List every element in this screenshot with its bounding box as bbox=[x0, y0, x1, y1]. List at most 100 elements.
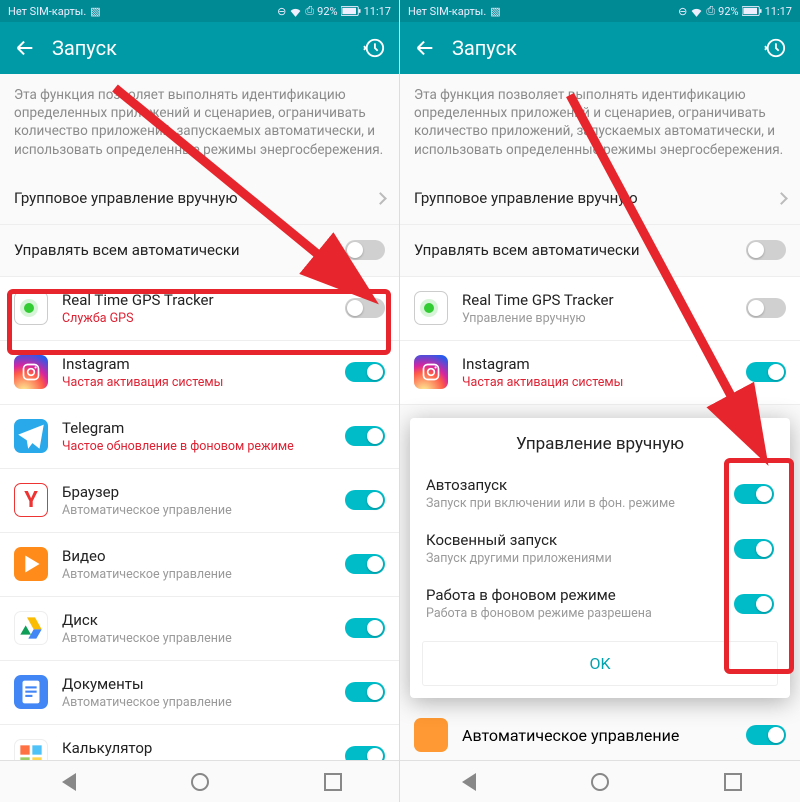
battery-icon bbox=[742, 6, 762, 16]
phone-right: Нет SIM-карты. ▧ ⊖ ⎙ 92% 11:17 Запуск Эт… bbox=[400, 0, 800, 802]
app-icon-video bbox=[14, 547, 48, 581]
app-row-disk[interactable]: Диск Автоматическое управление bbox=[0, 597, 399, 661]
chevron-right-icon bbox=[775, 192, 788, 205]
dialog-row-autostart[interactable]: Автозапуск Запуск при включении или в фо… bbox=[410, 466, 790, 521]
battery-pct: 92% bbox=[718, 5, 738, 18]
dialog-row-secondary[interactable]: Косвенный запуск Запуск другими приложен… bbox=[410, 521, 790, 576]
nav-recent-icon[interactable] bbox=[724, 773, 742, 791]
dialog-toggle-background[interactable] bbox=[734, 594, 774, 614]
app-toggle-generic[interactable] bbox=[746, 725, 786, 745]
dialog-item-sub: Запуск другими приложениями bbox=[426, 551, 734, 566]
app-name: Калькулятор bbox=[62, 739, 345, 757]
manage-all-row[interactable]: Управлять всем автоматически bbox=[400, 225, 800, 277]
manage-all-toggle[interactable] bbox=[746, 240, 786, 260]
app-icon-yandex: Y bbox=[14, 483, 48, 517]
clock: 11:17 bbox=[364, 5, 391, 18]
manage-all-toggle[interactable] bbox=[345, 240, 385, 260]
history-icon[interactable] bbox=[764, 37, 786, 59]
back-icon[interactable] bbox=[14, 37, 36, 59]
app-name: Real Time GPS Tracker bbox=[462, 291, 746, 309]
app-toggle-video[interactable] bbox=[345, 554, 385, 574]
dialog-item-title: Косвенный запуск bbox=[426, 531, 734, 549]
data-icon: ⎙ bbox=[305, 4, 314, 18]
status-bar: Нет SIM-карты. ▧ ⊖ ⎙ 92% 11:17 bbox=[0, 0, 399, 22]
wifi-icon bbox=[690, 6, 703, 17]
dnd-icon: ⊖ bbox=[277, 5, 286, 18]
app-name: Telegram bbox=[62, 419, 345, 437]
app-row-telegram[interactable]: Telegram Частое обновление в фоновом реж… bbox=[0, 405, 399, 469]
app-name: Instagram bbox=[62, 355, 345, 373]
app-row-browser[interactable]: Y Браузер Автоматическое управление bbox=[0, 469, 399, 533]
dialog-toggle-secondary[interactable] bbox=[734, 539, 774, 559]
nav-home-icon[interactable] bbox=[191, 773, 209, 791]
app-row-video[interactable]: Видео Автоматическое управление bbox=[0, 533, 399, 597]
nav-home-icon[interactable] bbox=[591, 773, 609, 791]
dialog-ok-button[interactable]: OK bbox=[422, 641, 778, 686]
app-icon-instagram bbox=[14, 355, 48, 389]
app-name: Real Time GPS Tracker bbox=[62, 291, 345, 309]
app-toggle-disk[interactable] bbox=[345, 618, 385, 638]
nav-back-icon[interactable] bbox=[458, 773, 476, 791]
app-toggle-telegram[interactable] bbox=[345, 426, 385, 446]
app-sub: Служба GPS bbox=[62, 311, 345, 326]
dialog-item-title: Работа в фоновом режиме bbox=[426, 586, 734, 604]
app-row-calc[interactable]: Калькулятор Автоматическое управление bbox=[0, 725, 399, 760]
description-text: Эта функция позволяет выполнять идентифи… bbox=[0, 74, 399, 173]
app-sub: Частая активация системы bbox=[462, 375, 746, 390]
history-icon[interactable] bbox=[363, 37, 385, 59]
wifi-icon bbox=[289, 6, 302, 17]
app-row-instagram[interactable]: Instagram Частая активация системы bbox=[0, 341, 399, 405]
chevron-right-icon bbox=[374, 192, 387, 205]
page-title: Запуск bbox=[52, 36, 347, 60]
app-toggle-docs[interactable] bbox=[345, 682, 385, 702]
app-toggle-gps[interactable] bbox=[345, 298, 385, 318]
phone-left: Нет SIM-карты. ▧ ⊖ ⎙ 92% 11:17 Запуск Эт… bbox=[0, 0, 400, 802]
app-toggle-calc[interactable] bbox=[345, 746, 385, 760]
battery-icon bbox=[341, 6, 361, 16]
app-row-gps[interactable]: Real Time GPS Tracker Управление вручную bbox=[400, 277, 800, 341]
app-sub: Автоматическое управление bbox=[462, 726, 679, 745]
app-row-gps[interactable]: Real Time GPS Tracker Служба GPS bbox=[0, 277, 399, 341]
dialog-toggle-autostart[interactable] bbox=[734, 484, 774, 504]
app-icon-telegram bbox=[14, 419, 48, 453]
app-sub: Частая активация системы bbox=[62, 375, 345, 390]
back-icon[interactable] bbox=[414, 37, 436, 59]
group-manage-row[interactable]: Групповое управление вручную bbox=[400, 173, 800, 225]
app-name: Документы bbox=[62, 675, 345, 693]
app-name: Instagram bbox=[462, 355, 746, 373]
app-icon-docs bbox=[14, 675, 48, 709]
app-toggle-browser[interactable] bbox=[345, 490, 385, 510]
page-title: Запуск bbox=[452, 36, 748, 60]
nav-bar bbox=[0, 760, 399, 802]
app-bar: Запуск bbox=[400, 22, 800, 74]
app-row-docs[interactable]: Документы Автоматическое управление bbox=[0, 661, 399, 725]
nav-back-icon[interactable] bbox=[58, 773, 76, 791]
app-sub: Автоматическое управление bbox=[62, 695, 345, 710]
nav-bar bbox=[400, 760, 800, 802]
description-text: Эта функция позволяет выполнять идентифи… bbox=[400, 74, 800, 173]
app-toggle-instagram[interactable] bbox=[345, 362, 385, 382]
app-toggle-gps[interactable] bbox=[746, 298, 786, 318]
nav-recent-icon[interactable] bbox=[324, 773, 342, 791]
app-icon-gps bbox=[414, 291, 448, 325]
dialog-row-background[interactable]: Работа в фоновом режиме Работа в фоновом… bbox=[410, 576, 790, 631]
dialog-item-title: Автозапуск bbox=[426, 476, 734, 494]
app-icon-instagram bbox=[414, 355, 448, 389]
dialog-item-sub: Запуск при включении или в фон. режиме bbox=[426, 496, 734, 511]
app-icon-gps bbox=[14, 291, 48, 325]
app-row-instagram[interactable]: Instagram Частая активация системы bbox=[400, 341, 800, 405]
app-name: Диск bbox=[62, 611, 345, 629]
clock: 11:17 bbox=[765, 5, 792, 18]
sim-status: Нет SIM-карты. bbox=[408, 5, 486, 18]
manage-all-row[interactable]: Управлять всем автоматически bbox=[0, 225, 399, 277]
app-sub: Частое обновление в фоновом режиме bbox=[62, 439, 345, 454]
manual-manage-dialog: Управление вручную Автозапуск Запуск при… bbox=[410, 418, 790, 698]
app-sub: Автоматическое управление bbox=[62, 631, 345, 646]
app-toggle-instagram[interactable] bbox=[746, 362, 786, 382]
image-icon: ▧ bbox=[490, 5, 500, 18]
app-name: Браузер bbox=[62, 483, 345, 501]
group-manage-label: Групповое управление вручную bbox=[14, 189, 376, 207]
battery-pct: 92% bbox=[317, 5, 337, 18]
group-manage-row[interactable]: Групповое управление вручную bbox=[0, 173, 399, 225]
dnd-icon: ⊖ bbox=[678, 5, 687, 18]
